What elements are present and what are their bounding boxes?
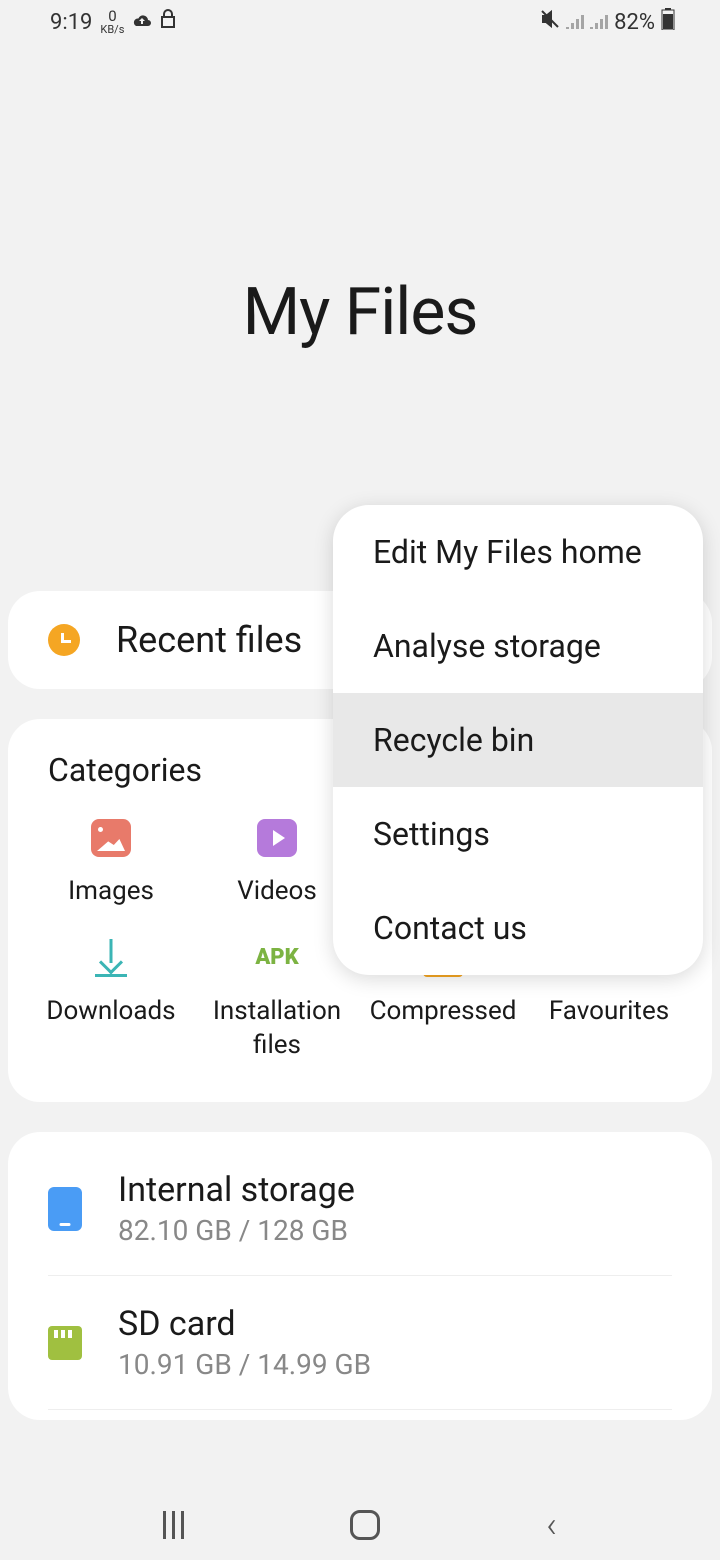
menu-contact-us[interactable]: Contact us [333,881,703,975]
apk-icon: APK [257,939,297,977]
status-right: 82% [540,8,675,36]
nav-recents-button[interactable] [163,1511,184,1539]
storage-name: Internal storage [118,1170,672,1210]
status-left: 9:19 0 KB/s [50,9,176,35]
storage-name: SD card [118,1304,672,1344]
cloud-icon [132,10,152,35]
status-bar: 9:19 0 KB/s 82% [0,0,720,44]
lock-icon [160,9,176,35]
category-label: Compressed [370,995,517,1029]
menu-settings[interactable]: Settings [333,787,703,881]
category-label: Videos [237,875,317,909]
signal-icon-2 [590,10,608,35]
storage-size: 82.10 GB / 128 GB [118,1214,672,1247]
internal-storage-icon [48,1187,82,1231]
nav-home-button[interactable] [350,1510,380,1540]
clock-icon [48,624,80,656]
page-title: My Files [0,274,720,351]
category-label: Downloads [46,995,175,1029]
recent-files-label: Recent files [116,619,302,661]
battery-icon [661,8,675,36]
network-speed-indicator: 0 KB/s [100,9,124,35]
menu-recycle-bin[interactable]: Recycle bin [333,693,703,787]
category-label: Favourites [549,995,669,1029]
storage-size: 10.91 GB / 14.99 GB [118,1348,672,1381]
category-images[interactable]: Images [28,819,194,909]
overflow-menu: Edit My Files home Analyse storage Recyc… [333,505,703,975]
images-icon [91,819,131,857]
menu-edit-home[interactable]: Edit My Files home [333,505,703,599]
storage-card: Internal storage 82.10 GB / 128 GB SD ca… [8,1132,712,1420]
status-time: 9:19 [50,10,92,35]
sd-card-icon [48,1326,82,1360]
category-label: Installation files [194,995,360,1063]
storage-sd-card[interactable]: SD card 10.91 GB / 14.99 GB [48,1276,672,1410]
category-downloads[interactable]: Downloads [28,939,194,1063]
category-label: Images [68,875,154,909]
menu-analyse-storage[interactable]: Analyse storage [333,599,703,693]
category-installation-files[interactable]: APK Installation files [194,939,360,1063]
storage-internal[interactable]: Internal storage 82.10 GB / 128 GB [48,1142,672,1276]
mute-icon [540,9,560,35]
videos-icon [257,819,297,857]
nav-back-button[interactable]: ‹ [546,1504,557,1546]
signal-icon-1 [566,10,584,35]
downloads-icon [91,939,131,977]
navigation-bar: ‹ [0,1490,720,1560]
battery-percent: 82% [614,10,655,35]
